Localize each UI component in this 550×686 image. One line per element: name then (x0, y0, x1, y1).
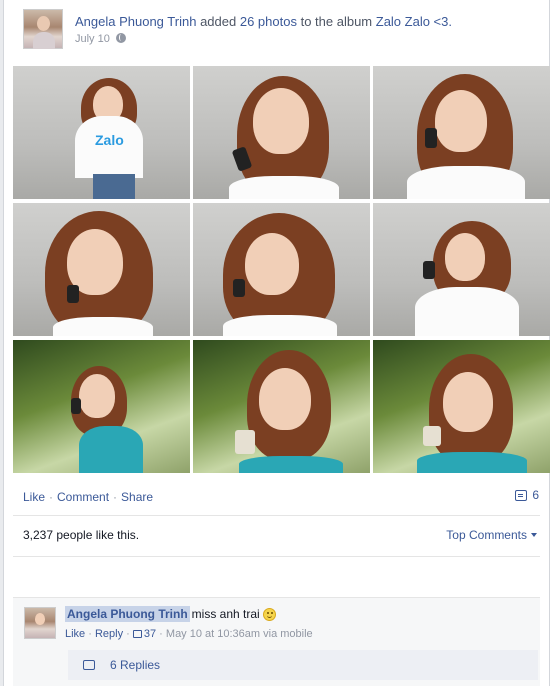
photo-1[interactable]: Zalo (13, 66, 190, 199)
author-name-link[interactable]: Angela Phuong Trinh (75, 14, 196, 29)
post-headline: Angela Phuong Trinh added 26 photos to t… (75, 14, 452, 29)
photo-9[interactable] (373, 340, 550, 473)
replies-link[interactable]: 6 Replies (68, 650, 538, 680)
photo-7[interactable] (13, 340, 190, 473)
photo-grid: Zalo (13, 66, 550, 473)
globe-icon[interactable] (115, 33, 126, 43)
action-text: added (200, 14, 237, 29)
like-button[interactable]: Like (23, 490, 45, 504)
comment-like-button[interactable]: Like (65, 628, 85, 640)
replies-label: 6 Replies (110, 658, 161, 672)
comment-count[interactable]: 6 (515, 488, 539, 502)
photo-2[interactable] (193, 66, 370, 199)
post-meta: July 10 (75, 33, 126, 45)
divider (13, 515, 540, 516)
caret-down-icon (531, 533, 537, 537)
post-card: Angela Phuong Trinh added 26 photos to t… (3, 0, 550, 686)
comment-meta: Like · Reply · 37 · May 10 at 10:36am vi… (65, 628, 313, 640)
photo-count-link[interactable]: 26 photos (240, 14, 297, 29)
comment-body: Angela Phuong Trinh miss anh trai (65, 606, 276, 622)
likes-summary[interactable]: 3,237 people like this. (23, 528, 139, 542)
photo-4[interactable] (13, 203, 190, 336)
action-text-2: to the album (300, 14, 373, 29)
post-date[interactable]: July 10 (75, 33, 110, 45)
post-header: Angela Phuong Trinh added 26 photos to t… (23, 9, 543, 49)
thumbs-up-icon (132, 630, 142, 638)
share-button[interactable]: Share (121, 490, 153, 504)
photo-6[interactable] (373, 203, 550, 336)
top-comments-dropdown[interactable]: Top Comments (446, 528, 537, 542)
shirt-logo: Zalo (95, 132, 124, 148)
photo-3[interactable] (373, 66, 550, 199)
photo-5[interactable] (193, 203, 370, 336)
album-link[interactable]: Zalo Zalo <3. (376, 14, 452, 29)
comment-button[interactable]: Comment (57, 490, 109, 504)
comment-icon (515, 490, 528, 501)
smile-emoji-icon (262, 608, 276, 621)
comment-like-count[interactable]: 37 (132, 628, 156, 640)
post-actions: Like · Comment · Share (23, 490, 154, 504)
photo-8[interactable] (193, 340, 370, 473)
comment-reply-button[interactable]: Reply (95, 628, 123, 640)
reply-icon (83, 660, 95, 670)
comment-text: miss anh trai (191, 607, 260, 621)
comment-section: Angela Phuong Trinh miss anh trai Like · … (13, 598, 540, 686)
commenter-avatar[interactable] (24, 607, 56, 639)
divider (13, 556, 540, 557)
commenter-name-link[interactable]: Angela Phuong Trinh (65, 606, 190, 622)
comment-time[interactable]: May 10 at 10:36am via mobile (166, 628, 313, 640)
author-avatar[interactable] (23, 9, 63, 49)
